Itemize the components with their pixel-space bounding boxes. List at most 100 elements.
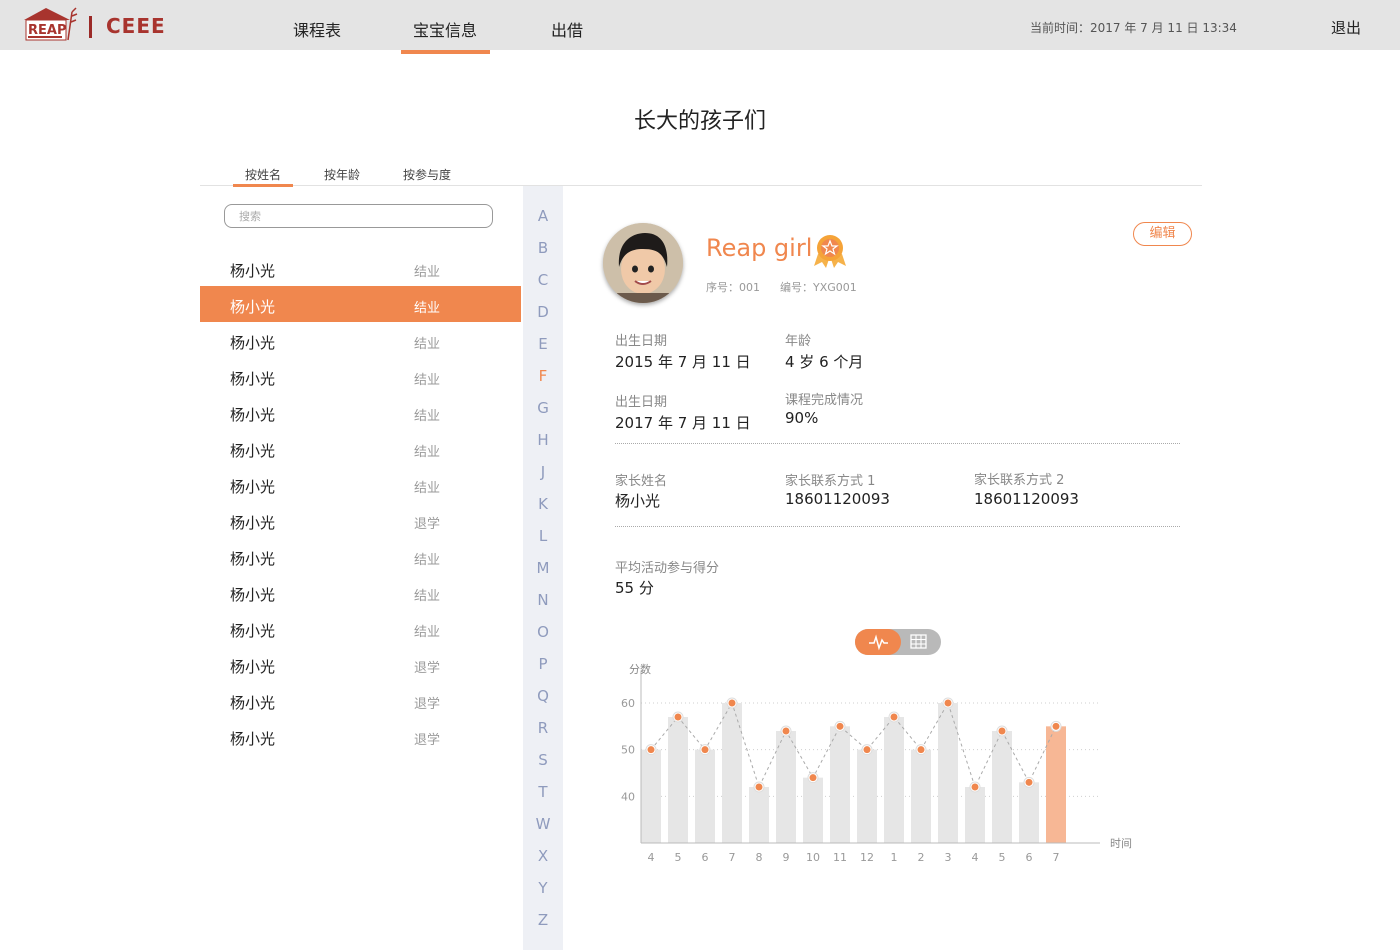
alphabet-letter[interactable]: Y (523, 875, 563, 901)
chart-point (944, 699, 952, 707)
alphabet-letter-label: T (538, 783, 548, 801)
student-row[interactable]: 杨小光 结业 (200, 538, 521, 574)
nav-schedule[interactable]: 课程表 (293, 17, 341, 41)
student-status: 退学 (414, 733, 441, 748)
alphabet-letter-label: B (537, 239, 549, 257)
alphabet-letter[interactable]: E (523, 331, 563, 357)
chart-bar (668, 717, 688, 843)
alphabet-letter[interactable]: B (523, 235, 563, 261)
chart-bar (695, 749, 715, 843)
alphabet-letter-label: Q (537, 687, 549, 705)
x-tick-label: 3 (945, 851, 952, 864)
logout-button[interactable]: 退出 (1331, 17, 1361, 38)
student-row[interactable]: 杨小光 结业 (200, 394, 521, 430)
tab-sort-name[interactable]: 按姓名 (245, 166, 281, 183)
alphabet-letter-label: F (538, 367, 548, 385)
alphabet-letter-label: W (535, 815, 551, 833)
table-view-button[interactable] (901, 629, 941, 655)
chart-point (647, 746, 655, 754)
tab-sort-participation[interactable]: 按参与度 (403, 166, 451, 183)
alphabet-letter[interactable]: D (523, 299, 563, 325)
alphabet-letter[interactable]: O (523, 619, 563, 645)
student-row[interactable]: 杨小光 结业 (200, 574, 521, 610)
alphabet-letter[interactable]: Q (523, 683, 563, 709)
alphabet-letter[interactable]: K (523, 491, 563, 517)
medal-star-icon (814, 235, 846, 268)
x-tick-label: 11 (833, 851, 847, 864)
reap-logo[interactable]: REAP (22, 6, 78, 44)
student-row[interactable]: 杨小光 结业 (200, 430, 521, 466)
alphabet-letter[interactable]: X (523, 843, 563, 869)
student-name: 杨小光 (230, 478, 276, 496)
alphabet-letter[interactable]: H (523, 427, 563, 453)
alphabet-letter[interactable]: P (523, 651, 563, 677)
student-status: 结业 (414, 445, 441, 460)
chart-point (863, 746, 871, 754)
alphabet-letter[interactable]: Z (523, 907, 563, 933)
edit-button[interactable]: 编辑 (1133, 222, 1192, 246)
student-row[interactable]: 杨小光 退学 (200, 682, 521, 718)
chart-bar (1019, 782, 1039, 843)
student-row[interactable]: 杨小光 结业 (200, 322, 521, 358)
student-status: 结业 (414, 301, 441, 316)
avg-score-value: 55 分 (615, 579, 654, 597)
chart-bar (992, 731, 1012, 843)
student-name: 杨小光 (230, 622, 276, 640)
student-name: 杨小光 (230, 694, 276, 712)
chart-point (998, 727, 1006, 735)
divider-dotted (615, 443, 1180, 444)
tabs-divider (200, 185, 1202, 186)
alphabet-letter[interactable]: S (523, 747, 563, 773)
x-tick-label: 12 (860, 851, 874, 864)
x-tick-label: 2 (918, 851, 925, 864)
nav-baby-info[interactable]: 宝宝信息 (413, 17, 477, 41)
chart-bar (884, 717, 904, 843)
sort-tab-indicator (233, 184, 293, 187)
chart-bar (857, 749, 877, 843)
alphabet-letter-label: G (537, 399, 549, 417)
alphabet-letter[interactable]: M (523, 555, 563, 581)
student-row[interactable]: 杨小光 退学 (200, 502, 521, 538)
x-tick-label: 7 (729, 851, 736, 864)
student-row[interactable]: 杨小光 退学 (200, 718, 521, 754)
alphabet-letter[interactable]: C (523, 267, 563, 293)
alphabet-letter[interactable]: J (523, 459, 563, 485)
x-tick-label: 7 (1053, 851, 1060, 864)
alphabet-letter[interactable]: F (523, 363, 563, 389)
tab-sort-age[interactable]: 按年龄 (324, 166, 360, 183)
x-tick-label: 10 (806, 851, 820, 864)
alphabet-letter[interactable]: N (523, 587, 563, 613)
chart-bar (776, 731, 796, 843)
y-tick-label: 60 (621, 697, 635, 710)
chart-point (728, 699, 736, 707)
line-view-button[interactable] (855, 629, 901, 655)
avg-score-label: 平均活动参与得分 (615, 561, 720, 576)
age-value: 4 岁 6 个月 (785, 353, 864, 371)
contact-2-value: 18601120093 (974, 490, 1079, 508)
student-name: 杨小光 (230, 586, 276, 604)
student-row[interactable]: 杨小光 结业 (200, 466, 521, 502)
alphabet-letter-label: Z (537, 911, 549, 929)
alphabet-letter-label: P (538, 655, 548, 673)
alphabet-letter[interactable]: A (523, 203, 563, 229)
nav-lending[interactable]: 出借 (551, 17, 583, 41)
student-row[interactable]: 杨小光 退学 (200, 646, 521, 682)
birth-date-2-label: 出生日期 (615, 395, 668, 410)
alphabet-letter[interactable]: G (523, 395, 563, 421)
alphabet-letter[interactable]: W (523, 811, 563, 837)
student-row[interactable]: 杨小光 结业 (200, 358, 521, 394)
alphabet-letter[interactable]: T (523, 779, 563, 805)
search-input[interactable] (224, 204, 493, 228)
x-tick-label: 1 (891, 851, 898, 864)
avatar (603, 223, 683, 303)
student-name: 杨小光 (230, 730, 276, 748)
alphabet-letter-label: O (537, 623, 549, 641)
student-row[interactable]: 杨小光 结业 (200, 286, 521, 322)
student-row[interactable]: 杨小光 结业 (200, 250, 521, 286)
reap-logo-text: REAP (28, 23, 66, 38)
student-name: 杨小光 (230, 442, 276, 460)
birth-date-label: 出生日期 (615, 334, 668, 349)
alphabet-letter[interactable]: R (523, 715, 563, 741)
alphabet-letter[interactable]: L (523, 523, 563, 549)
student-row[interactable]: 杨小光 结业 (200, 610, 521, 646)
